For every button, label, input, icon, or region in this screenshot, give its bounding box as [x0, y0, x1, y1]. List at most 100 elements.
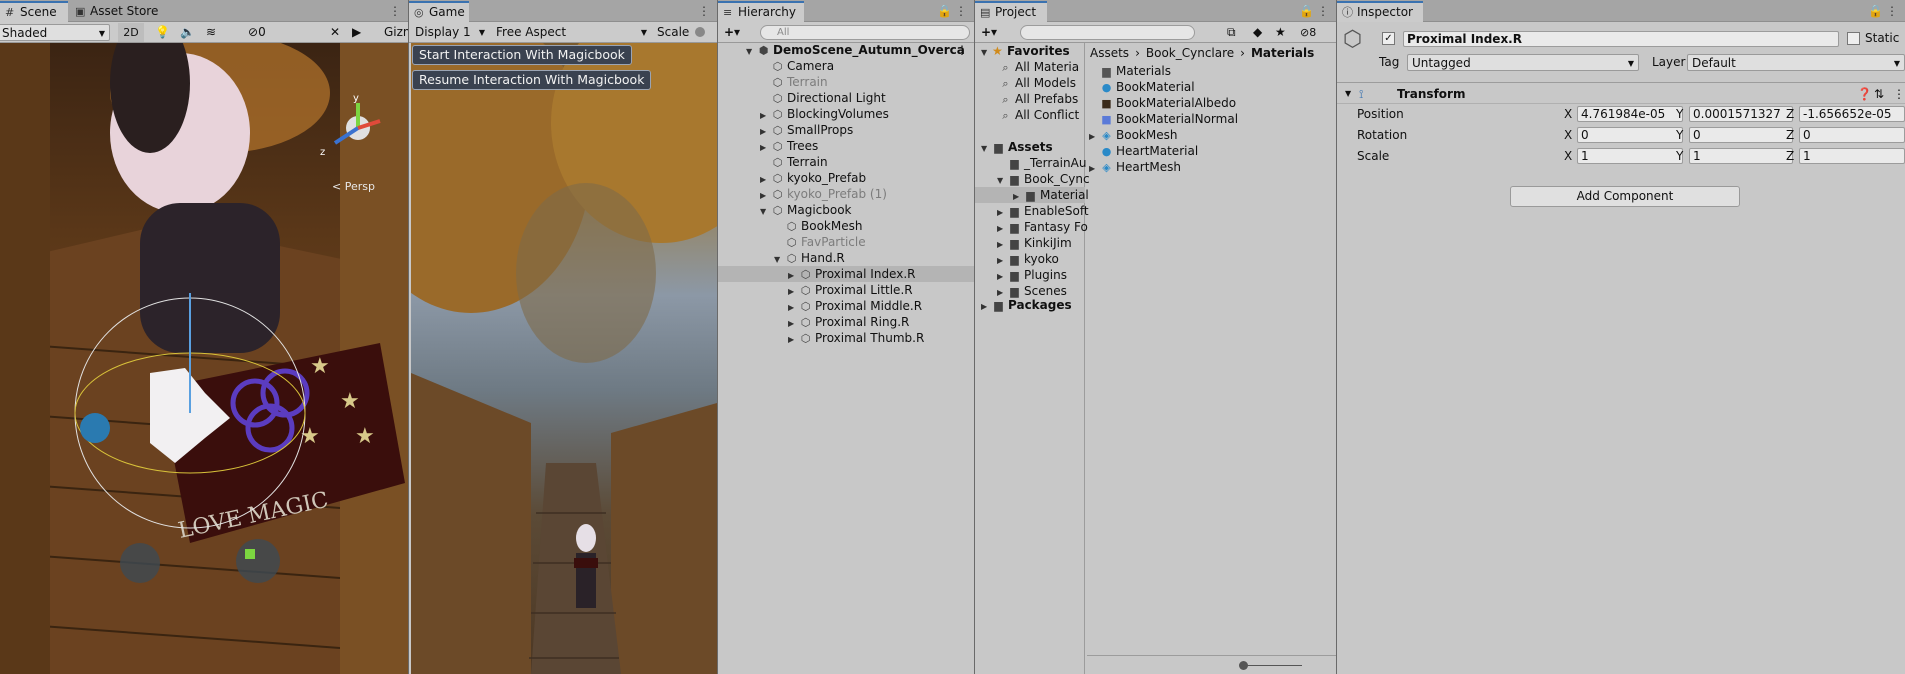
rotation-z-field[interactable]: 0 [1799, 127, 1905, 143]
hidden-packages-icon[interactable]: ⊘8 [1300, 23, 1316, 42]
asset-folder-item[interactable]: ▆ _TerrainAu [975, 155, 1086, 171]
camera-icon[interactable]: ▶ [352, 23, 361, 42]
hierarchy-item[interactable]: ▶ ⬡ Proximal Thumb.R [718, 330, 974, 346]
favorite-item[interactable]: ⌕ All Prefabs [999, 91, 1078, 107]
hierarchy-item[interactable]: ▶ ⬡ Proximal Little.R [718, 282, 974, 298]
2d-toggle[interactable]: 2D [118, 23, 144, 42]
project-lock-menu-icon[interactable]: 🔒⋮ [1299, 2, 1332, 20]
axis-x-label[interactable]: X [1564, 149, 1572, 163]
aspect-dropdown[interactable]: Free Aspect ▼ [492, 24, 651, 41]
asset-folder-item[interactable]: ▶ ▆ Fantasy Fo [975, 219, 1088, 235]
tools-icon[interactable]: ✕ [330, 23, 340, 42]
axis-x-label[interactable]: X [1564, 107, 1572, 121]
tab-scene[interactable]: # Scene [0, 1, 68, 22]
project-file-item[interactable]: ▶ ◈ BookMesh [1087, 127, 1177, 143]
scale-x-field[interactable]: 1 [1577, 148, 1683, 164]
chevron-right-icon[interactable]: ▶ [788, 332, 799, 348]
hierarchy-item[interactable]: ⬡ Directional Light [718, 90, 974, 106]
icon-size-slider[interactable] [1087, 655, 1336, 674]
hierarchy-item[interactable]: ⬡ Camera [718, 58, 974, 74]
hierarchy-item[interactable]: ▶ ⬡ kyoko_Prefab [718, 170, 974, 186]
assets-root[interactable]: ▼ ▆ Assets [981, 139, 1053, 155]
favorite-item[interactable]: ⌕ All Models [999, 75, 1076, 91]
axis-z-label[interactable]: Z [1786, 149, 1794, 163]
hierarchy-search-input[interactable]: All [760, 25, 970, 40]
axis-x-label[interactable]: X [1564, 128, 1572, 142]
breadcrumb-item[interactable]: Assets [1090, 46, 1129, 60]
breadcrumb-item[interactable]: Book_Cynclare [1146, 46, 1234, 60]
tab-project[interactable]: ▤ Project [975, 1, 1047, 22]
favorite-item[interactable]: ⌕ All Materia [999, 59, 1079, 75]
packages-root[interactable]: ▶ ▆ Packages [981, 297, 1072, 313]
object-name-field[interactable]: Proximal Index.R [1403, 31, 1839, 47]
hierarchy-item[interactable]: ▶ ⬡ Trees [718, 138, 974, 154]
axis-y-label[interactable]: Y [1676, 128, 1683, 142]
lighting-icon[interactable]: 💡 [155, 23, 170, 42]
scale-slider-thumb[interactable] [695, 27, 705, 37]
hierarchy-item[interactable]: ▶ ⬡ BlockingVolumes [718, 106, 974, 122]
tab-hierarchy[interactable]: ≡ Hierarchy [718, 1, 804, 22]
tag-dropdown[interactable]: Untagged ▼ [1407, 54, 1639, 71]
breadcrumb-item[interactable]: Materials [1251, 46, 1314, 60]
asset-folder-item[interactable]: ▼ ▆ Book_Cync [975, 171, 1090, 187]
shading-mode-dropdown[interactable]: Shaded ▼ [0, 24, 110, 41]
component-menu-icon[interactable]: ⋮ [1893, 84, 1905, 104]
project-file-item[interactable]: ▶ ◈ HeartMesh [1087, 159, 1181, 175]
persp-label[interactable]: < Persp [332, 180, 375, 193]
joint-handle[interactable] [120, 543, 160, 583]
tab-game[interactable]: ◎ Game [409, 1, 469, 22]
display-dropdown[interactable]: Display 1 ▼ [411, 24, 489, 41]
scene-viewport[interactable]: ★ ★ ★ ★ LOVE MAGIC y z < Persp [0, 13, 408, 674]
hierarchy-item[interactable]: ▼ ⬡ Magicbook [718, 202, 974, 218]
filter-label-icon[interactable]: ◆ [1253, 23, 1262, 42]
gizmos-dropdown[interactable]: Gizm [384, 23, 408, 42]
axis-y-label[interactable]: Y [1676, 107, 1683, 121]
scale-slider[interactable] [695, 23, 717, 42]
asset-folder-item[interactable]: ▶ ▆ kyoko [975, 251, 1085, 267]
slider-thumb[interactable] [1239, 661, 1248, 670]
asset-folder-item[interactable]: ▶ ▆ KinkiJim [975, 235, 1085, 251]
favorite-star-icon[interactable]: ★ [1275, 23, 1286, 42]
hierarchy-item[interactable]: ⬡ BookMesh [718, 218, 974, 234]
active-checkbox[interactable]: ✓ [1382, 32, 1395, 45]
transform-component-header[interactable]: ▼ ⟟ Transform ❓ ⇅ ⋮ [1337, 84, 1905, 104]
project-file-item[interactable]: ● BookMaterial [1087, 79, 1195, 95]
hierarchy-item[interactable]: ▶ ⬡ Proximal Ring.R [718, 314, 974, 330]
position-x-field[interactable]: 4.761984e-05 [1577, 106, 1683, 122]
effects-icon[interactable]: ≋ [206, 23, 216, 42]
joint-handle[interactable] [236, 539, 280, 583]
scene-visibility-icon[interactable]: ⊘0 [248, 23, 266, 42]
inspector-lock-menu-icon[interactable]: 🔒⋮ [1868, 2, 1901, 20]
rotation-y-field[interactable]: 0 [1689, 127, 1793, 143]
project-file-item[interactable]: ■ BookMaterialNormal [1087, 111, 1238, 127]
chevron-right-icon[interactable]: ▶ [1089, 161, 1100, 177]
axis-z-label[interactable]: Z [1786, 107, 1794, 121]
create-button[interactable]: +▾ [724, 23, 740, 42]
hierarchy-item[interactable]: ▶ ⬡ Proximal Index.R [718, 266, 974, 282]
audio-icon[interactable]: 🔈 [180, 23, 195, 42]
position-z-field[interactable]: -1.656652e-05 [1799, 106, 1905, 122]
static-checkbox[interactable] [1847, 32, 1860, 45]
joint-handle[interactable] [80, 413, 110, 443]
hierarchy-item[interactable]: ⬡ FavParticle [718, 234, 974, 250]
scene-tab-menu-icon[interactable]: ⋮ [389, 2, 404, 20]
hierarchy-item[interactable]: ▶ ⬡ kyoko_Prefab (1) [718, 186, 974, 202]
favorite-item[interactable]: ⌕ All Conflict [999, 107, 1079, 123]
project-search-input[interactable] [1020, 25, 1195, 40]
axis-y-label[interactable]: Y [1676, 149, 1683, 163]
project-file-item[interactable]: ■ BookMaterialAlbedo [1087, 95, 1236, 111]
asset-folder-item[interactable]: ▶ ▆ Material [975, 187, 1089, 203]
hierarchy-lock-menu-icon[interactable]: 🔒⋮ [937, 2, 970, 20]
tab-asset-store[interactable]: ▣ Asset Store [70, 1, 166, 22]
project-file-item[interactable]: ▆ Materials [1087, 63, 1171, 79]
scene-menu-icon[interactable]: ⋮ [956, 42, 968, 58]
hierarchy-item[interactable]: ▼ ⬢ DemoScene_Autumn_Overca ⋮ [718, 42, 974, 58]
rotation-x-field[interactable]: 0 [1577, 127, 1683, 143]
project-create-button[interactable]: +▾ [981, 23, 997, 42]
hierarchy-item[interactable]: ⬡ Terrain [718, 74, 974, 90]
project-file-item[interactable]: ● HeartMaterial [1087, 143, 1198, 159]
scale-z-field[interactable]: 1 [1799, 148, 1905, 164]
hierarchy-item[interactable]: ▼ ⬡ Hand.R [718, 250, 974, 266]
filter-type-icon[interactable]: ⧉ [1227, 23, 1236, 42]
game-viewport[interactable]: Start Interaction With Magicbook Resume … [411, 43, 717, 674]
